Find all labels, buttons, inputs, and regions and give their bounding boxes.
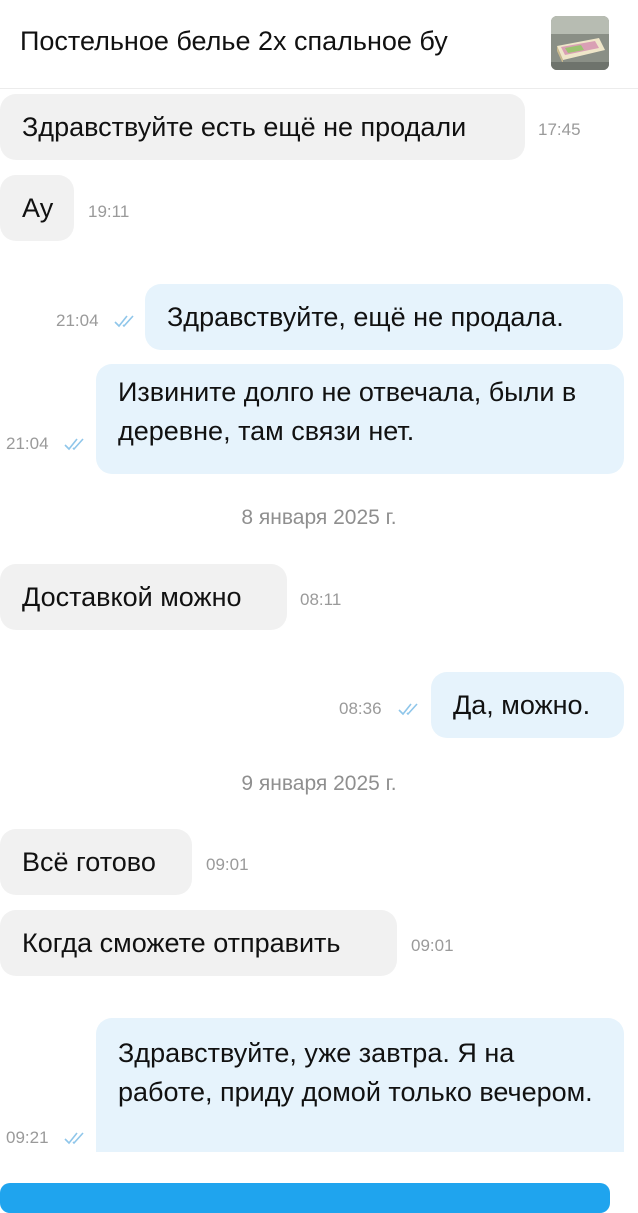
- message-text: Здравствуйте, ещё не продала.: [167, 302, 564, 332]
- message-time: 19:11: [88, 202, 130, 221]
- date-separator: 8 января 2025 г.: [241, 506, 397, 529]
- message-text: Извините долго не отвечала, были в дерев…: [118, 377, 577, 446]
- message-text: Здравствуйте, уже завтра. Я на работе, п…: [118, 1038, 593, 1107]
- chat-title[interactable]: Постельное белье 2х спальное бу: [20, 26, 448, 57]
- message-bubble-outgoing[interactable]: Здравствуйте, уже завтра. Я на работе, п…: [96, 1018, 624, 1168]
- message-bubble-incoming[interactable]: Когда сможете отправить: [0, 910, 397, 976]
- message-text: Когда сможете отправить: [22, 928, 341, 958]
- message-bubble-incoming[interactable]: Ау: [0, 175, 74, 241]
- message-time: 21:04: [56, 311, 99, 330]
- message-time: 09:21: [6, 1128, 49, 1147]
- composer-bar[interactable]: [0, 1183, 610, 1213]
- read-double-check-icon: [398, 703, 418, 716]
- message-bubble-outgoing[interactable]: Извините долго не отвечала, были в дерев…: [96, 364, 624, 474]
- date-separator: 9 января 2025 г.: [241, 772, 397, 795]
- message-bubble-incoming[interactable]: Здравствуйте есть ещё не продали: [0, 94, 525, 160]
- message-bubble-incoming[interactable]: Доставкой можно: [0, 564, 287, 630]
- message-bubble-outgoing[interactable]: Здравствуйте, ещё не продала.: [145, 284, 623, 350]
- message-text: Здравствуйте есть ещё не продали: [22, 112, 467, 142]
- message-time: 21:04: [6, 434, 49, 453]
- message-time: 09:01: [206, 855, 249, 874]
- message-time: 17:45: [538, 120, 581, 139]
- message-text: Да, можно.: [453, 690, 591, 720]
- listing-thumbnail-icon[interactable]: [551, 16, 609, 70]
- message-time: 09:01: [411, 936, 454, 955]
- message-text: Доставкой можно: [22, 582, 242, 612]
- message-time: 08:36: [339, 699, 382, 718]
- read-double-check-icon: [64, 438, 84, 451]
- read-double-check-icon: [64, 1132, 84, 1145]
- message-bubble-outgoing[interactable]: Да, можно.: [431, 672, 624, 738]
- message-text: Ау: [22, 193, 54, 223]
- read-double-check-icon: [114, 315, 134, 328]
- message-bubble-incoming[interactable]: Всё готово: [0, 829, 192, 895]
- message-text: Всё готово: [22, 847, 156, 877]
- message-time: 08:11: [300, 590, 342, 609]
- chat-header: Постельное белье 2х спальное бу: [0, 0, 638, 89]
